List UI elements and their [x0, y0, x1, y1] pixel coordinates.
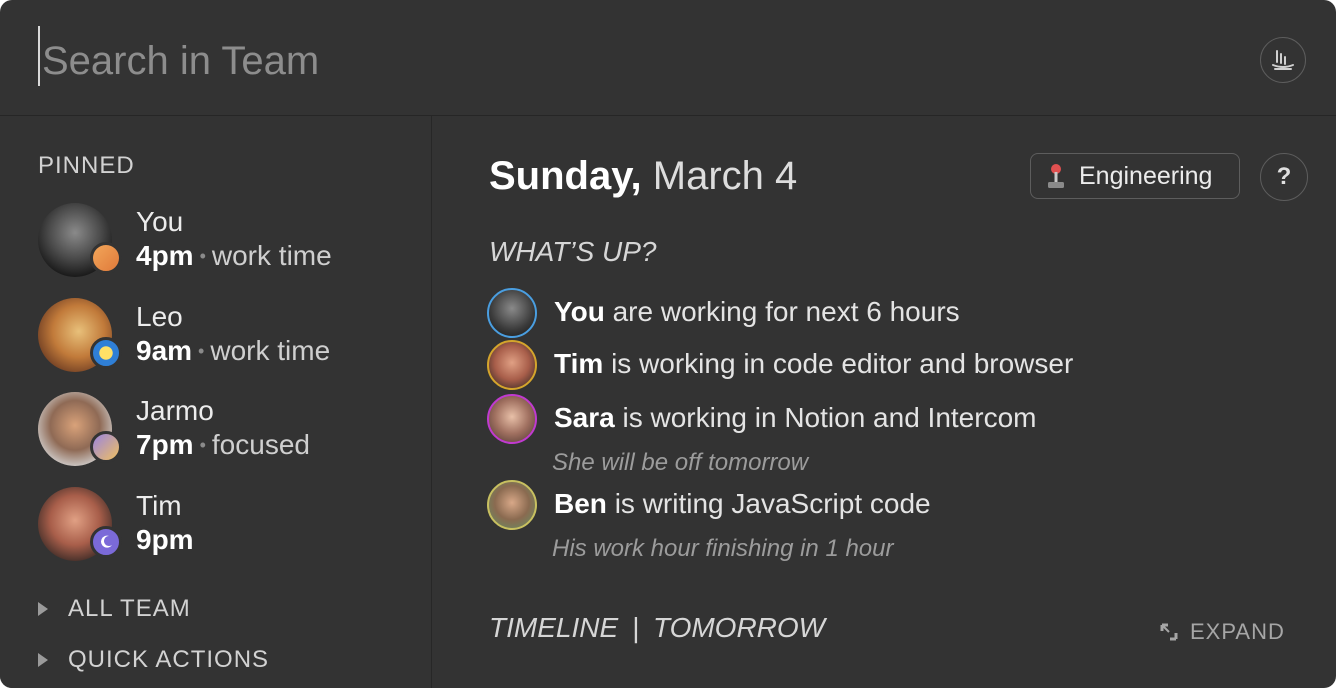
expand-label: EXPAND: [1190, 619, 1285, 644]
search-bar: [0, 0, 1336, 116]
activity-text: Ben is writing JavaScript code: [554, 488, 931, 520]
activity-text: You are working for next 6 hours: [554, 296, 960, 328]
date-heading: Sunday, March 4: [489, 154, 797, 199]
timeline-heading: TIMELINE | TOMORROW: [489, 612, 825, 644]
dusk-icon: [90, 431, 122, 463]
separator-dot: •: [198, 341, 205, 361]
pinned-person-jarmo[interactable]: Jarmo 7pm • focused: [38, 389, 418, 469]
person-status: 9am • work time: [136, 335, 330, 367]
avatar: [487, 394, 537, 444]
activity-person: You: [554, 296, 605, 327]
local-time: 7pm: [136, 429, 194, 460]
status-text: work time: [210, 335, 331, 366]
tab-separator: |: [631, 612, 640, 643]
local-time: 4pm: [136, 240, 194, 271]
activity-description: is writing JavaScript code: [614, 488, 931, 519]
pinned-person-tim[interactable]: Tim 9pm: [38, 484, 418, 564]
tomorrow-tab[interactable]: TOMORROW: [653, 612, 825, 643]
person-name: Leo: [136, 301, 183, 332]
app-logo-icon: [1272, 50, 1294, 70]
activity-text: Sara is working in Notion and Intercom: [554, 402, 1036, 434]
whats-up-heading: WHAT’S UP?: [489, 236, 657, 267]
status-menu-button[interactable]: [1260, 37, 1306, 83]
person-status: 4pm • work time: [136, 240, 332, 272]
day-name: Sunday,: [489, 154, 642, 198]
team-window: PINNED You 4pm•work time Leo 9am•work ti…: [0, 0, 1336, 688]
team-name: Engineering: [1079, 161, 1213, 190]
person-name: Tim: [136, 490, 182, 521]
local-time: 9am: [136, 335, 193, 366]
sidebar: PINNED You 4pm • work time Leo 9am • work ti…: [0, 116, 432, 688]
avatar: [487, 480, 537, 530]
pinned-person-you[interactable]: You 4pm • work time: [38, 200, 418, 280]
activity-subtext: She will be off tomorrow: [552, 449, 809, 476]
avatar: [487, 340, 537, 390]
main-panel: Sunday, March 4 Engineering ? WHAT’S UP?…: [432, 116, 1336, 688]
sunset-icon: [90, 242, 122, 274]
person-status: 7pm • focused: [136, 429, 310, 461]
sun-icon: [90, 337, 122, 369]
disclosure-triangle-icon: [38, 602, 48, 616]
month-day: March 4: [652, 154, 798, 198]
search-input[interactable]: [40, 30, 1204, 92]
activity-person: Ben: [554, 488, 607, 519]
quick-actions-toggle[interactable]: QUICK ACTIONS: [38, 646, 269, 674]
activity-description: is working in Notion and Intercom: [622, 402, 1037, 433]
activity-description: is working in code editor and browser: [611, 348, 1074, 379]
activity-person: Sara: [554, 402, 615, 433]
person-name: You: [136, 206, 184, 237]
activity-text: Tim is working in code editor and browse…: [554, 348, 1073, 380]
status-text: focused: [211, 429, 310, 460]
group-label: QUICK ACTIONS: [68, 646, 270, 673]
activity-description: are working for next 6 hours: [612, 296, 960, 327]
separator-dot: •: [199, 435, 206, 455]
all-team-toggle[interactable]: ALL TEAM: [38, 595, 191, 623]
disclosure-triangle-icon: [38, 653, 48, 667]
activity-person: Tim: [554, 348, 604, 379]
moon-icon: [90, 526, 122, 558]
activity-subtext: His work hour finishing in 1 hour: [552, 535, 894, 562]
team-selector-button[interactable]: Engineering: [1030, 153, 1240, 199]
person-status: 9pm: [136, 524, 194, 556]
pinned-section-label: PINNED: [38, 152, 135, 179]
expand-button[interactable]: EXPAND: [1160, 619, 1285, 645]
expand-icon: [1160, 623, 1178, 641]
person-name: Jarmo: [136, 395, 214, 426]
status-text: work time: [211, 240, 332, 271]
separator-dot: •: [199, 246, 206, 266]
avatar: [487, 288, 537, 338]
pinned-person-leo[interactable]: Leo 9am • work time: [38, 295, 418, 375]
timeline-tab[interactable]: TIMELINE: [489, 612, 618, 643]
local-time: 9pm: [136, 524, 194, 555]
joystick-icon: [1048, 164, 1064, 188]
help-button[interactable]: ?: [1260, 153, 1308, 201]
group-label: ALL TEAM: [68, 595, 191, 622]
